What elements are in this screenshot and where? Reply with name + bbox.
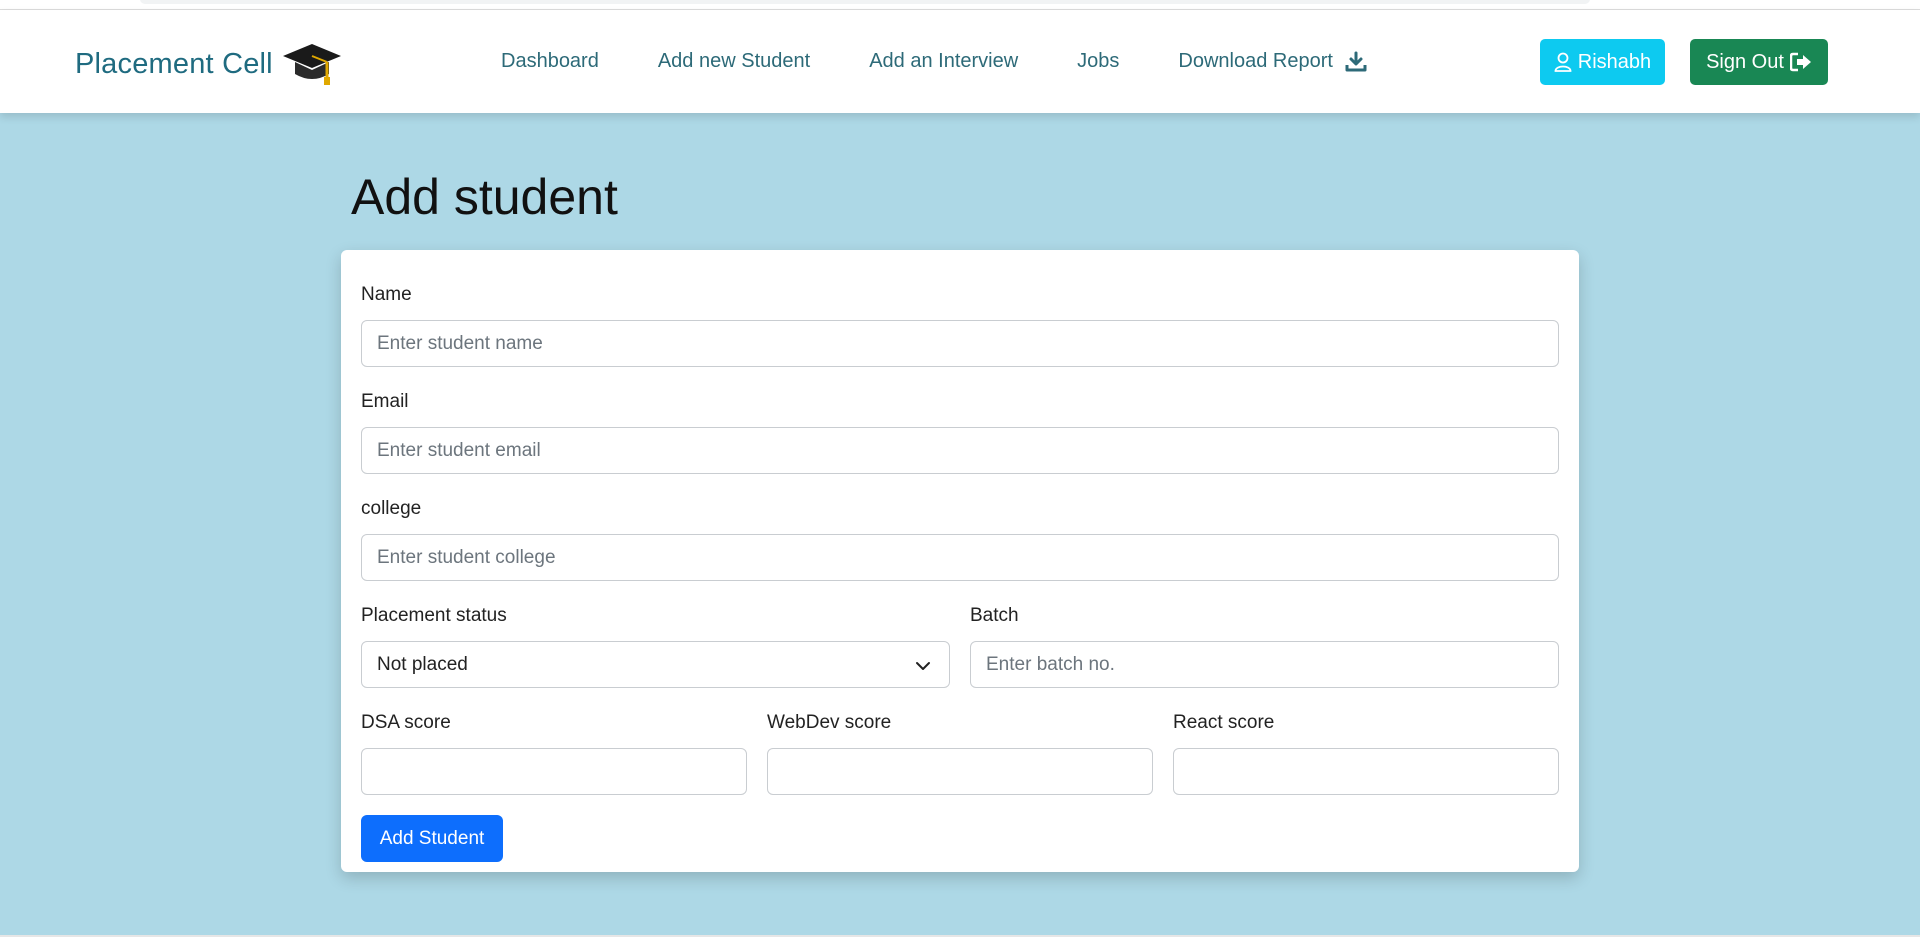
add-student-button[interactable]: Add Student xyxy=(361,815,503,862)
react-score-input[interactable] xyxy=(1173,748,1559,795)
nav-add-new-student[interactable]: Add new Student xyxy=(658,50,810,73)
name-label: Name xyxy=(361,284,412,305)
graduation-cap-icon xyxy=(282,44,341,85)
webdev-score-input[interactable] xyxy=(767,748,1153,795)
nav-links: Dashboard Add new Student Add an Intervi… xyxy=(501,50,1367,73)
webdev-score-label: WebDev score xyxy=(767,712,892,733)
email-label: Email xyxy=(361,391,409,412)
nav-download-report[interactable]: Download Report xyxy=(1178,50,1367,73)
placement-status-label: Placement status xyxy=(361,605,507,626)
browser-address-pill xyxy=(140,0,1590,4)
nav-download-report-label: Download Report xyxy=(1178,50,1333,72)
college-label: college xyxy=(361,498,422,519)
nav-dashboard[interactable]: Dashboard xyxy=(501,50,599,73)
sign-out-button[interactable]: Sign Out xyxy=(1690,39,1828,85)
user-icon xyxy=(1554,52,1572,72)
name-input[interactable]: Enter student name xyxy=(361,320,1559,367)
user-button-label: Rishabh xyxy=(1577,50,1652,73)
placement-status-value: Not placed xyxy=(377,653,468,675)
navbar: Placement Cell Dashboard Add new Student… xyxy=(0,10,1920,113)
chevron-down-icon xyxy=(916,662,930,670)
batch-input[interactable]: Enter batch no. xyxy=(970,641,1559,688)
nav-jobs[interactable]: Jobs xyxy=(1077,50,1119,73)
dsa-score-label: DSA score xyxy=(361,712,451,733)
sign-out-label: Sign Out xyxy=(1706,50,1784,73)
react-score-label: React score xyxy=(1173,712,1275,733)
college-input[interactable]: Enter student college xyxy=(361,534,1559,581)
dsa-score-input[interactable] xyxy=(361,748,747,795)
batch-label: Batch xyxy=(970,605,1019,626)
placement-status-select[interactable]: Not placed xyxy=(361,641,950,688)
brand-logo[interactable]: Placement Cell xyxy=(75,40,343,88)
email-input[interactable]: Enter student email xyxy=(361,427,1559,474)
nav-add-interview[interactable]: Add an Interview xyxy=(869,50,1018,73)
download-icon xyxy=(1345,51,1367,71)
browser-top-strip xyxy=(0,0,1920,10)
add-student-form: Name Enter student name Email Enter stud… xyxy=(341,250,1579,872)
user-profile-button[interactable]: Rishabh xyxy=(1540,39,1665,85)
brand-title: Placement Cell xyxy=(75,47,273,80)
page-title: Add student xyxy=(351,169,618,225)
sign-out-icon xyxy=(1789,52,1811,72)
main-content: Add student Name Enter student name Emai… xyxy=(0,113,1920,935)
